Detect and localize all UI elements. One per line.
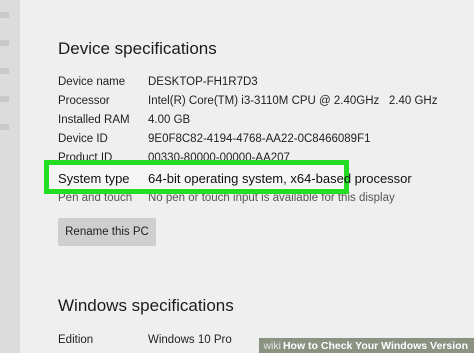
left-nav-edge [0, 0, 20, 353]
watermark-text: How to Check Your Windows Version [282, 339, 468, 352]
device-id-label: Device ID [58, 133, 108, 145]
nav-stub [0, 68, 9, 74]
system-type-value: 64-bit operating system, x64-based proce… [148, 171, 412, 186]
settings-about-page: Device specifications Device name DESKTO… [0, 0, 474, 353]
watermark-brand: wiki [263, 339, 281, 352]
device-id-value: 9E0F8C82-4194-4768-AA22-0C8466089F1 [148, 133, 371, 145]
nav-stub [0, 124, 9, 130]
rename-pc-button[interactable]: Rename this PC [58, 218, 156, 246]
edition-value: Windows 10 Pro [148, 334, 232, 346]
processor-label: Processor [58, 95, 110, 107]
edition-label: Edition [58, 334, 94, 346]
windows-specifications-heading: Windows specifications [58, 296, 234, 315]
nav-stub [0, 12, 9, 18]
installed-ram-label: Installed RAM [58, 114, 130, 126]
nav-stub [0, 40, 9, 46]
device-specifications-heading: Device specifications [58, 39, 217, 58]
system-type-label: System type [58, 171, 130, 186]
device-name-label: Device name [58, 76, 126, 88]
processor-value: Intel(R) Core(TM) i3-3110M CPU @ 2.40GHz… [148, 95, 438, 107]
wikihow-watermark: wiki How to Check Your Windows Version [259, 338, 474, 353]
installed-ram-value: 4.00 GB [148, 114, 191, 126]
nav-stub [0, 96, 9, 102]
device-name-value: DESKTOP-FH1R7D3 [148, 76, 258, 88]
